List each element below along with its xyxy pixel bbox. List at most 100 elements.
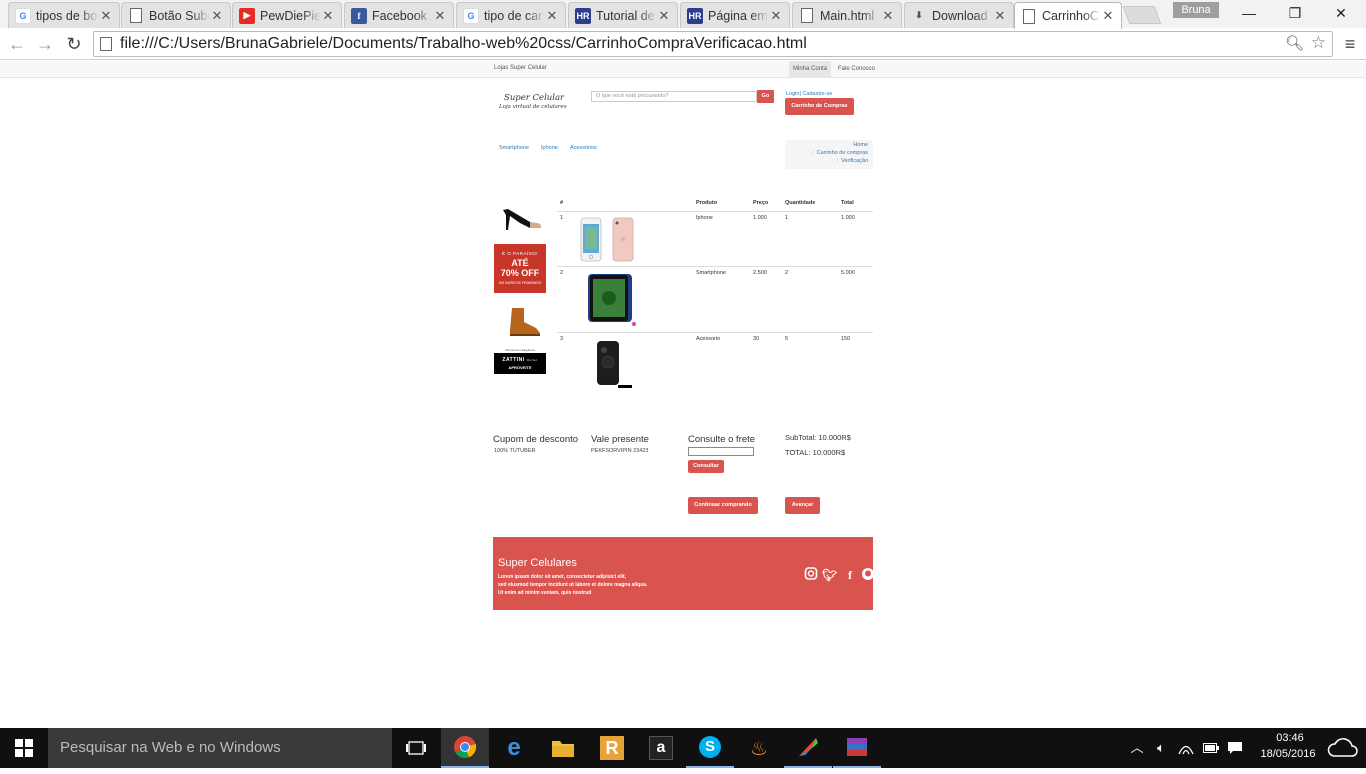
iphone-product-image[interactable]	[580, 217, 636, 262]
nav-fale-conosco[interactable]: Fale Conosco	[834, 61, 879, 78]
back-icon[interactable]: ←	[5, 32, 29, 56]
tab-5[interactable]: G tipo de car ✕	[456, 2, 566, 28]
continue-shopping-button[interactable]: Continuar comprando	[688, 497, 758, 514]
menu-icon[interactable]: ≡	[1340, 32, 1360, 56]
accessory-case-product-image[interactable]	[596, 340, 636, 390]
close-icon[interactable]: ✕	[433, 8, 447, 24]
facebook-icon[interactable]: f	[843, 568, 857, 583]
skype-icon[interactable]: S	[686, 728, 734, 768]
tab-title: Facebook	[372, 8, 427, 23]
nav-minha-conta[interactable]: Minha Conta	[789, 61, 832, 78]
close-icon[interactable]: ✕	[210, 8, 224, 24]
advance-button[interactable]: Avançar	[785, 497, 820, 514]
ad-ankle-boot-image[interactable]	[502, 306, 542, 338]
bookmark-star-icon[interactable]: ☆	[1311, 33, 1326, 53]
close-icon[interactable]: ✕	[1101, 8, 1115, 24]
tray-chevron-up-icon[interactable]: ︿	[1128, 728, 1146, 768]
address-bar[interactable]: file:///C:/Users/BrunaGabriele/Documents…	[93, 31, 1333, 57]
ad-zattini-banner[interactable]: ZATTINI Outlet APROVEITE	[494, 353, 546, 374]
ad-black-heel-image[interactable]	[500, 204, 542, 232]
close-icon[interactable]: ✕	[881, 8, 895, 24]
chrome-icon[interactable]	[441, 728, 489, 768]
start-button[interactable]	[0, 728, 48, 768]
tab-strip: G tipos de bo ✕ Botão Subr ✕ ▶ PewDiePie…	[0, 0, 1366, 29]
category-smartphone[interactable]: Smartphone	[499, 145, 529, 151]
github-icon[interactable]	[861, 567, 873, 581]
fire-app-icon[interactable]: ♨	[735, 728, 783, 768]
category-iphone[interactable]: Iphone	[541, 145, 558, 151]
row-1-qty: 1	[785, 215, 789, 221]
login-link[interactable]: Login| Cadastre-se	[786, 91, 832, 97]
tab-2[interactable]: Botão Subr ✕	[121, 2, 231, 28]
edge-icon[interactable]: e	[490, 728, 538, 768]
notification-icon[interactable]	[1224, 728, 1246, 768]
tab-title: tipo de car	[484, 8, 543, 23]
restore-icon[interactable]: ❐	[1272, 0, 1318, 26]
instagram-icon[interactable]	[804, 567, 818, 580]
cart-button[interactable]: Carrinho de Compras	[785, 98, 854, 115]
twitter-icon[interactable]: 🐦︎	[822, 568, 837, 582]
onedrive-cloud-icon[interactable]	[1324, 728, 1362, 768]
minimize-icon[interactable]: —	[1226, 0, 1272, 26]
tab-4[interactable]: f Facebook ✕	[344, 2, 454, 28]
smartphone-product-image[interactable]	[587, 273, 639, 327]
logo-title[interactable]: Super Celular	[504, 93, 564, 103]
ad-promo-banner[interactable]: É O PARAÍSO! ATÉ 70% OFF EM SAPATOS FEMI…	[494, 244, 546, 293]
profile-button[interactable]: Bruna	[1173, 2, 1219, 18]
page-viewport: Lojas Super Celular Minha Conta Fale Con…	[0, 61, 1366, 728]
chrome-glyph	[454, 736, 477, 758]
r-app-icon[interactable]: R	[588, 728, 636, 768]
row-3-price: 30	[753, 336, 760, 342]
row-divider	[557, 332, 873, 333]
breadcrumb-home[interactable]: Home	[853, 142, 868, 148]
battery-icon[interactable]	[1200, 728, 1222, 768]
search-input[interactable]: O que você está procurando?	[591, 91, 757, 102]
footer-text-line: Ut enim ad minim veniam, quis nostrud	[498, 590, 592, 596]
close-icon[interactable]: ✕	[321, 8, 335, 24]
search-button[interactable]: Go	[757, 90, 774, 103]
tab-1[interactable]: G tipos de bo ✕	[8, 2, 120, 28]
clock-time[interactable]: 03:46	[1266, 732, 1314, 744]
tab-6[interactable]: HR Tutorial de ✕	[568, 2, 678, 28]
shipping-consult-button[interactable]: Consultar	[688, 460, 724, 473]
footer-text: Lorem ipsum dolor sit amet, consectetur …	[498, 573, 698, 597]
new-tab-button[interactable]	[1122, 6, 1162, 24]
tab-9[interactable]: ⬇ Download ✕	[904, 2, 1014, 28]
breadcrumb-carrinho[interactable]: / Carrinho de compras	[812, 150, 868, 156]
tab-title: Página em	[708, 8, 768, 23]
col-header-quantidade: Quantidade	[785, 200, 816, 206]
clock-date[interactable]: 18/05/2016	[1256, 748, 1320, 760]
row-1-num: 1	[560, 215, 564, 221]
url-text: file:///C:/Users/BrunaGabriele/Documents…	[120, 35, 807, 52]
feather-app-icon[interactable]	[784, 728, 832, 768]
reload-icon[interactable]: ↻	[62, 32, 86, 56]
category-acessorios[interactable]: Acessórios	[570, 145, 597, 151]
tab-10-active[interactable]: CarrinhoC ✕	[1014, 2, 1122, 29]
forward-icon[interactable]: →	[33, 32, 57, 56]
shipping-cep-input[interactable]	[688, 447, 754, 456]
amazon-icon[interactable]: a	[637, 728, 685, 768]
tab-3[interactable]: ▶ PewDiePie ✕	[232, 2, 342, 28]
row-2-product: Smartphone	[696, 270, 726, 276]
window-close-icon[interactable]: ✕	[1318, 0, 1364, 26]
battery-glyph	[1203, 743, 1219, 753]
close-icon[interactable]: ✕	[993, 8, 1007, 24]
close-icon[interactable]: ✕	[99, 8, 113, 24]
file-explorer-icon[interactable]	[539, 728, 587, 768]
amazon-glyph: a	[649, 736, 673, 760]
close-icon[interactable]: ✕	[769, 8, 783, 24]
volume-icon[interactable]: 🔈︎	[1150, 728, 1172, 768]
close-icon[interactable]: ✕	[657, 8, 671, 24]
tab-8[interactable]: Main.html ✕	[792, 2, 902, 28]
download-icon: ⬇	[915, 10, 923, 20]
task-view-icon[interactable]	[392, 728, 440, 768]
navbar-brand[interactable]: Lojas Super Celular	[494, 65, 547, 71]
row-3-qty: 5	[785, 336, 789, 342]
close-icon[interactable]: ✕	[545, 8, 559, 24]
wifi-icon[interactable]	[1175, 728, 1197, 768]
tab-7[interactable]: HR Página em ✕	[680, 2, 790, 28]
taskbar-search[interactable]: Pesquisar na Web e no Windows	[48, 728, 392, 768]
zoom-icon[interactable]: 🔍︎	[1285, 34, 1304, 52]
rar-app-icon[interactable]	[833, 728, 881, 768]
row-divider	[557, 266, 873, 267]
